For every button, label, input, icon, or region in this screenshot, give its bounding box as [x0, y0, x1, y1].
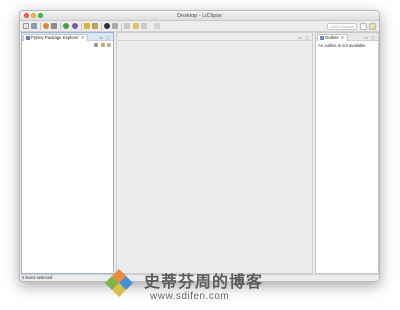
print-icon[interactable]	[51, 23, 57, 29]
package-explorer-tabbar: PyDev Package Explorer ✕ ▭ ▢	[22, 33, 113, 41]
minimize-maximize-icon[interactable]: ▭ ▢	[298, 35, 310, 40]
outline-message: An outline is not available.	[318, 43, 367, 48]
editor-tabbar: ▭ ▢	[117, 33, 312, 41]
tab-label: PyDev Package Explorer	[31, 35, 79, 40]
open-perspective-icon[interactable]	[360, 23, 367, 30]
pydev-icon[interactable]	[92, 23, 98, 29]
watermark-title: 史蒂芬周的博客	[144, 272, 264, 291]
app-window: Desktop - LiClipse Quick Access PyDev Pa…	[19, 10, 380, 282]
pydev-perspective-icon[interactable]	[369, 23, 376, 30]
outline-icon	[320, 35, 324, 40]
new-file-icon[interactable]	[23, 23, 29, 29]
editor-area: ▭ ▢	[116, 32, 313, 274]
watermark-url: www.sdifen.com	[150, 291, 230, 302]
outline-panel: Outline ✕ ▭ ▢ An outline is not available…	[315, 32, 379, 274]
watermark: 史蒂芬周的博客 www.sdifen.com	[104, 264, 284, 304]
window-title: Desktop - LiClipse	[177, 13, 222, 19]
minimize-maximize-icon[interactable]: ▭ ▢	[364, 35, 376, 40]
title-bar: Desktop - LiClipse	[20, 11, 379, 21]
last-edit-icon[interactable]	[154, 23, 160, 29]
close-icon[interactable]: ✕	[81, 35, 85, 40]
tab-label: Outline	[325, 35, 339, 40]
quick-access-input[interactable]: Quick Access	[327, 23, 357, 30]
tab-outline[interactable]: Outline ✕	[317, 34, 349, 41]
save-icon[interactable]	[31, 23, 37, 29]
toolbar-separator	[40, 23, 41, 30]
close-icon[interactable]: ✕	[341, 35, 345, 40]
toolbar-separator	[81, 23, 82, 30]
link-editor-icon[interactable]	[100, 43, 105, 47]
toolbar-separator	[60, 23, 61, 30]
watermark-logo-icon	[105, 269, 133, 297]
tab-pydev-package-explorer[interactable]: PyDev Package Explorer ✕	[23, 34, 89, 41]
outline-tabbar: Outline ✕ ▭ ▢	[316, 33, 378, 41]
prev-annotation-icon[interactable]	[124, 23, 130, 29]
run-icon[interactable]	[63, 23, 69, 29]
main-toolbar: Quick Access	[20, 21, 379, 32]
package-icon	[26, 35, 30, 40]
toolbar-separator	[101, 23, 102, 30]
debug-icon[interactable]	[43, 23, 49, 29]
search-icon[interactable]	[104, 23, 110, 29]
next-annotation-icon[interactable]	[112, 23, 118, 29]
minimize-maximize-icon[interactable]: ▭ ▢	[99, 35, 111, 40]
external-tools-icon[interactable]	[72, 23, 78, 29]
toolbar-separator	[121, 23, 122, 30]
package-explorer-view-toolbar	[93, 43, 111, 48]
open-type-icon[interactable]	[84, 23, 90, 29]
forward-icon[interactable]	[141, 23, 147, 29]
collapse-all-icon[interactable]	[94, 43, 99, 47]
package-explorer-panel: PyDev Package Explorer ✕ ▭ ▢	[21, 32, 114, 274]
view-menu-icon[interactable]	[107, 43, 111, 47]
back-icon[interactable]	[133, 23, 139, 29]
